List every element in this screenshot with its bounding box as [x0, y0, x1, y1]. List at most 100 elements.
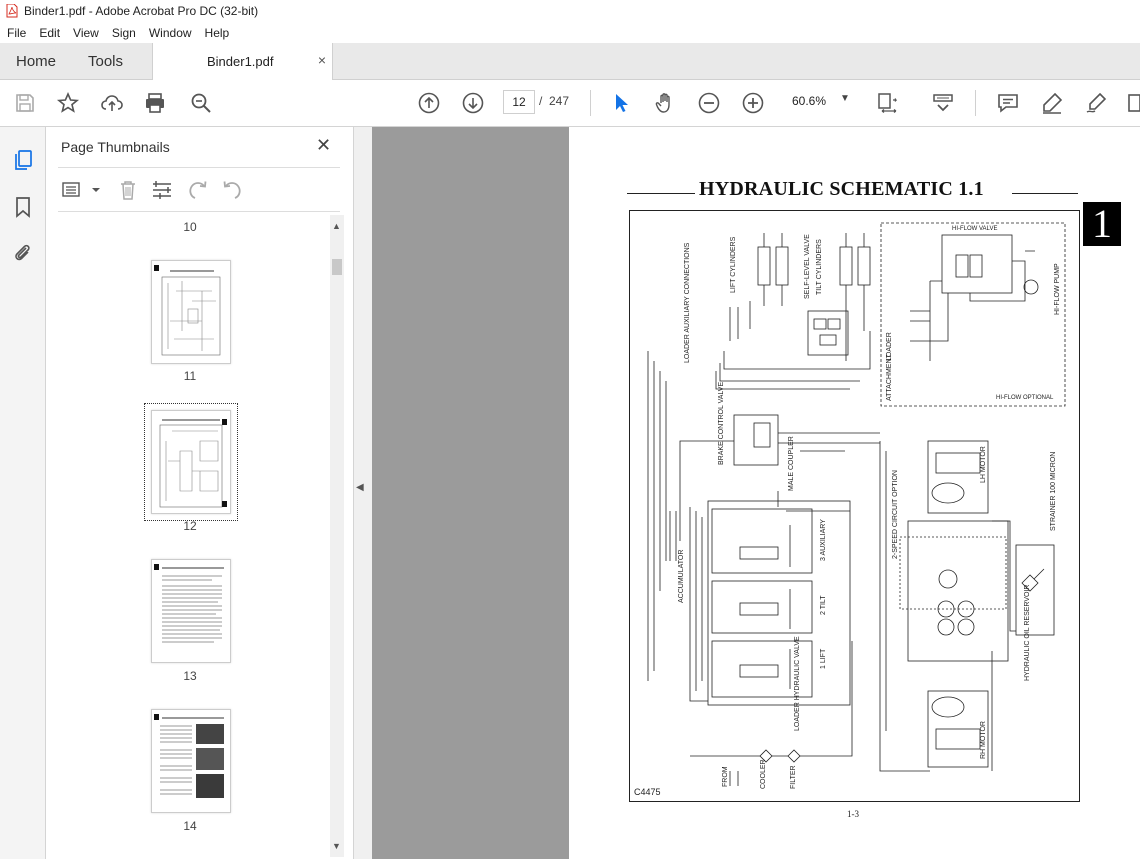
select-cursor-icon[interactable] — [609, 91, 633, 115]
label-brake-control-valve: BRAKE CONTROL VALVE — [718, 381, 725, 465]
window-title: Binder1.pdf - Adobe Acrobat Pro DC (32-b… — [24, 4, 259, 18]
page-number-input[interactable]: 12 — [503, 90, 535, 114]
fit-page-icon[interactable] — [876, 91, 900, 115]
label-lh-motor: LH MOTOR — [980, 446, 987, 483]
page-thumbnails-panel: Page Thumbnails ✕ 10 11 12 13 14 ▲ ▼ — [46, 127, 354, 859]
thumbnail-options-menu-icon[interactable] — [60, 178, 84, 202]
more-tools-icon[interactable] — [1126, 91, 1140, 115]
panel-title: Page Thumbnails — [61, 139, 170, 155]
zoom-in-icon[interactable] — [741, 91, 765, 115]
hiflow-valve-block — [941, 234, 1013, 294]
zoom-level-value: 60.6% — [792, 94, 827, 108]
next-page-icon[interactable] — [461, 91, 485, 115]
hydraulic-reservoir-block — [1015, 544, 1055, 636]
scroll-up-arrow-icon[interactable]: ▲ — [332, 221, 341, 231]
highlight-pen-icon[interactable] — [1040, 91, 1064, 115]
rotate-counterclockwise-icon[interactable] — [186, 178, 210, 202]
scroll-mode-icon[interactable] — [931, 91, 955, 115]
chevron-down-icon[interactable] — [84, 178, 100, 202]
page-thumbnails-icon[interactable] — [11, 148, 35, 172]
tab-home[interactable]: Home — [16, 53, 56, 70]
thumbnail-scrollbar[interactable]: ▲ ▼ — [330, 215, 344, 857]
chevron-down-icon: ▼ — [840, 93, 850, 104]
label-lift-section: 1 LIFT — [820, 648, 827, 669]
label-lift-cylinders: LIFT CYLINDERS — [730, 236, 737, 293]
hiflow-optional-box — [880, 222, 1066, 407]
lh-motor-block — [927, 440, 989, 514]
rotate-clockwise-icon[interactable] — [220, 178, 244, 202]
thumbnail-page-label: 10 — [183, 220, 197, 234]
tab-close-icon[interactable]: × — [318, 52, 326, 68]
menu-bar: File Edit View Sign Window Help — [0, 22, 1140, 43]
print-icon[interactable] — [143, 91, 167, 115]
close-icon[interactable]: ✕ — [316, 135, 331, 156]
thumbnail-page-14[interactable] — [151, 709, 231, 813]
label-loader: LOADER — [886, 332, 893, 361]
menu-window[interactable]: Window — [142, 26, 198, 40]
label-two-speed-option: 2-SPEED CIRCUIT OPTION — [892, 470, 899, 559]
thumbnail-page-13[interactable] — [151, 559, 231, 663]
label-hiflow-pump: HI-FLOW PUMP — [1054, 263, 1061, 315]
document-viewport[interactable]: HYDRAULIC SCHEMATIC 1.1 1 LOADER AUXILIA… — [372, 127, 1140, 859]
tab-document[interactable]: Binder1.pdf × — [152, 43, 333, 80]
zoom-out-icon[interactable] — [697, 91, 721, 115]
navigation-pane-strip — [0, 127, 46, 859]
printed-page-number: 1-3 — [847, 809, 859, 819]
figure-code: C4475 — [634, 787, 661, 797]
label-loader-hydraulic-valve: LOADER HYDRAULIC VALVE — [794, 636, 801, 731]
zoom-search-icon[interactable] — [189, 91, 213, 115]
thumbnail-list[interactable]: 10 11 12 13 14 — [46, 215, 346, 859]
menu-file[interactable]: File — [0, 26, 32, 40]
page-heading: HYDRAULIC SCHEMATIC 1.1 — [699, 178, 984, 200]
cloud-upload-icon[interactable] — [100, 91, 124, 115]
page-properties-icon[interactable] — [150, 178, 174, 202]
thumbnail-page-12[interactable] — [151, 410, 231, 514]
heading-rule — [1012, 193, 1078, 194]
title-bar: Binder1.pdf - Adobe Acrobat Pro DC (32-b… — [0, 0, 1140, 22]
tab-tools[interactable]: Tools — [88, 53, 123, 70]
comment-icon[interactable] — [996, 91, 1020, 115]
toolbar-divider — [590, 90, 591, 116]
toolbar-divider — [975, 90, 976, 116]
save-icon[interactable] — [13, 91, 37, 115]
collapse-panel-chevron-icon[interactable]: ◀ — [356, 482, 370, 506]
delete-page-icon[interactable] — [116, 178, 140, 202]
previous-page-icon[interactable] — [417, 91, 441, 115]
panel-divider — [58, 211, 340, 212]
menu-edit[interactable]: Edit — [32, 26, 66, 40]
zoom-level-select[interactable]: 60.6% ▼ — [785, 90, 855, 112]
thumbnail-preview — [154, 564, 224, 643]
schematic-drawing — [647, 222, 1066, 786]
label-from: FROM — [722, 766, 729, 787]
menu-view[interactable]: View — [66, 26, 105, 40]
label-strainer: STRAINER 100 MICRON — [1050, 451, 1057, 531]
thumbnail-page-label: 13 — [183, 669, 197, 683]
self-level-valve-block — [807, 310, 849, 356]
label-tilt-section: 2 TILT — [820, 595, 827, 615]
sign-pen-icon[interactable] — [1084, 91, 1108, 115]
thumbnail-page-11[interactable] — [151, 260, 231, 364]
loader-hydraulic-valve-block — [707, 500, 851, 706]
label-loader-aux: LOADER AUXILIARY CONNECTIONS — [684, 242, 691, 363]
label-filter: FILTER — [790, 765, 797, 789]
menu-help[interactable]: Help — [198, 26, 236, 40]
thumbnail-preview — [159, 419, 227, 508]
label-auxiliary-section: 3 AUXILIARY — [820, 519, 827, 561]
attachments-paperclip-icon[interactable] — [11, 241, 35, 265]
thumbnail-page-label: 14 — [183, 819, 197, 833]
thumbnail-preview — [154, 265, 221, 356]
label-attachment: ATTACHMENT — [886, 354, 893, 401]
thumbnail-page-label: 12 — [183, 519, 197, 533]
bookmarks-icon[interactable] — [11, 195, 35, 219]
hiflow-pump-symbol — [1023, 279, 1039, 295]
label-hiflow-valve: HI-FLOW VALVE — [952, 226, 998, 232]
hand-tool-icon[interactable] — [653, 91, 677, 115]
label-accumulator: ACCUMULATOR — [678, 549, 685, 603]
hydraulic-schematic-diagram: LOADER AUXILIARY CONNECTIONS LIFT CYLIND… — [629, 210, 1080, 802]
scrollbar-thumb[interactable] — [332, 259, 342, 275]
scroll-down-arrow-icon[interactable]: ▼ — [332, 841, 341, 851]
bookmark-star-icon[interactable] — [56, 91, 80, 115]
section-number-badge: 1 — [1083, 202, 1121, 246]
menu-sign[interactable]: Sign — [105, 26, 142, 40]
label-self-level-valve: SELF-LEVEL VALVE — [804, 234, 811, 299]
